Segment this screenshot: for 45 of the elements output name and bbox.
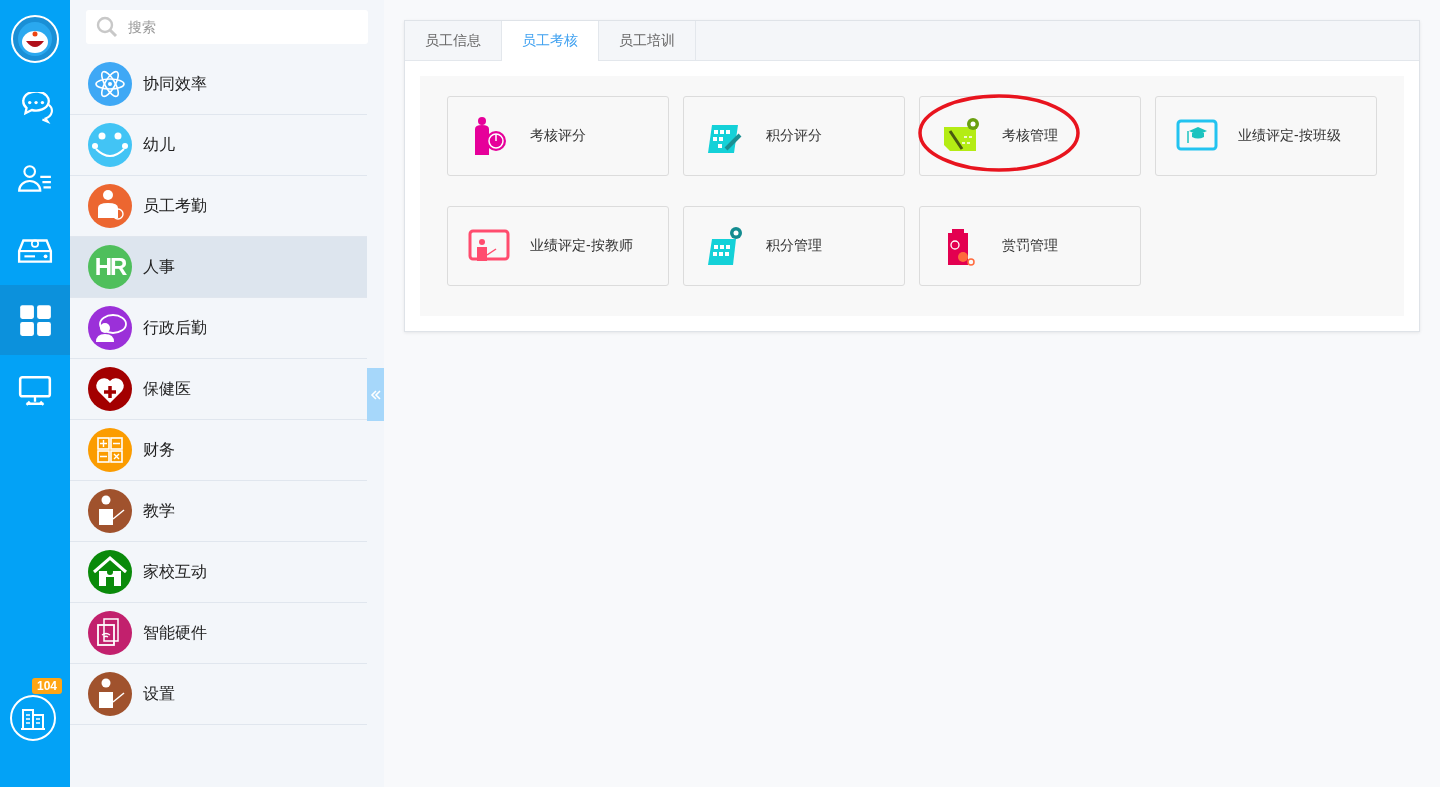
sidebar-item[interactable]: 智能硬件 [70, 603, 367, 664]
sidebar-item[interactable]: 财务 [70, 420, 367, 481]
module-card[interactable]: 业绩评定-按班级 [1155, 96, 1377, 176]
card-label: 积分管理 [766, 237, 822, 255]
sidebar-label: 财务 [143, 439, 175, 460]
double-chevron-icon [369, 388, 382, 401]
card-label: 考核管理 [1002, 127, 1058, 145]
sidebar-label: 员工考勤 [143, 195, 207, 216]
sidebar-label: 设置 [143, 683, 175, 704]
notification-badge: 104 [32, 678, 63, 694]
sidebar-label: 智能硬件 [143, 622, 207, 643]
sidebar-item[interactable]: HR 人事 [70, 237, 367, 298]
sidebar-item[interactable]: 保健医 [70, 359, 367, 420]
sidebar-label: 行政后勤 [143, 317, 207, 338]
avatar[interactable] [11, 15, 59, 63]
search-field[interactable]: 搜索 [86, 10, 368, 44]
sidebar-item[interactable]: 教学 [70, 481, 367, 542]
card-label: 积分评分 [766, 127, 822, 145]
search-input[interactable]: 搜索 [126, 18, 358, 36]
building-icon[interactable] [10, 695, 56, 741]
sidebar-label: 家校互动 [143, 561, 207, 582]
module-card[interactable]: 赏罚管理 [919, 206, 1141, 286]
sidebar-item[interactable]: 设置 [70, 664, 367, 725]
card-label: 业绩评定-按教师 [530, 237, 633, 255]
sidebar-label: 协同效率 [143, 73, 207, 94]
card-label: 考核评分 [530, 127, 586, 145]
apps-grid-icon[interactable] [0, 285, 70, 355]
sidebar-label: 教学 [143, 500, 175, 521]
hr-logo: HR [88, 245, 132, 289]
module-card[interactable]: 积分评分 [683, 96, 905, 176]
module-card[interactable]: 考核评分 [447, 96, 669, 176]
sidebar-item[interactable]: 家校互动 [70, 542, 367, 603]
module-card[interactable]: 业绩评定-按教师 [447, 206, 669, 286]
tab[interactable]: 员工培训 [599, 21, 696, 60]
sidebar-item[interactable]: 协同效率 [70, 54, 367, 115]
module-card[interactable]: 积分管理 [683, 206, 905, 286]
sidebar-item[interactable]: 行政后勤 [70, 298, 367, 359]
card-label: 业绩评定-按班级 [1238, 127, 1341, 145]
sidebar-label: 保健医 [143, 378, 191, 399]
module-card[interactable]: 考核管理 [919, 96, 1141, 176]
sidebar-item[interactable]: 幼儿 [70, 115, 367, 176]
card-label: 赏罚管理 [1002, 237, 1058, 255]
sidebar-label: 人事 [143, 256, 175, 277]
sidebar-label: 幼儿 [143, 134, 175, 155]
search-icon [96, 16, 118, 38]
